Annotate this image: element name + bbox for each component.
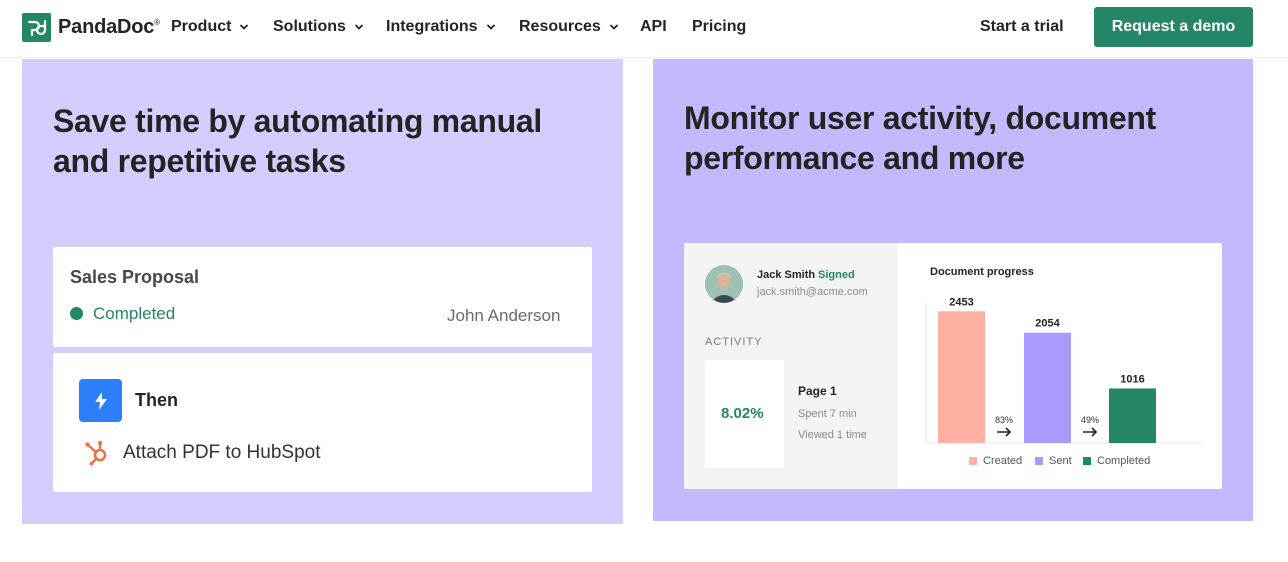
- legend-created: Created: [969, 455, 1022, 467]
- activity-sidebar: Jack Smith Signed jack.smith@acme.com AC…: [684, 243, 898, 489]
- nav-api[interactable]: API: [640, 18, 667, 36]
- status-dot-icon: [70, 307, 83, 320]
- bar-created: [938, 311, 985, 443]
- activity-spent: Spent 7 min: [798, 408, 857, 420]
- user-name: Jack Smith: [757, 269, 816, 281]
- activity-percent-box: 8.02%: [705, 360, 784, 468]
- legend-swatch: [969, 457, 977, 465]
- nav-solutions-label: Solutions: [273, 18, 346, 35]
- bar-value-label: 1016: [1120, 373, 1144, 385]
- pandadoc-logo[interactable]: PandaDoc ®: [22, 13, 160, 42]
- monitoring-title-line1: Monitor user activity, document: [684, 100, 1156, 136]
- legend-swatch: [1035, 457, 1043, 465]
- legend-completed: Completed: [1083, 455, 1150, 467]
- brand-registered-mark: ®: [154, 18, 161, 27]
- bar-sent: [1024, 332, 1071, 443]
- legend-label: Sent: [1049, 455, 1072, 467]
- proposal-status: Completed: [93, 304, 176, 323]
- chevron-down-icon: [609, 24, 618, 30]
- user-signed-status: Signed: [818, 269, 855, 281]
- conversion-rate-label: 83%: [995, 415, 1013, 425]
- brand-name: PandaDoc: [58, 16, 155, 38]
- nav-resources[interactable]: Resources: [519, 18, 619, 36]
- request-demo-button[interactable]: Request a demo: [1094, 7, 1253, 47]
- activity-percent: 8.02%: [721, 405, 764, 422]
- monitoring-title-line2: performance and more: [684, 140, 1025, 176]
- nav-api-label: API: [640, 18, 667, 35]
- then-label: Then: [135, 390, 178, 410]
- start-trial-link[interactable]: Start a trial: [980, 18, 1064, 36]
- arrow-right-icon: [1083, 427, 1098, 437]
- nav-integrations[interactable]: Integrations: [386, 18, 496, 36]
- hubspot-icon: [85, 441, 107, 466]
- hubspot-action-label: Attach PDF to HubSpot: [123, 442, 321, 463]
- sales-proposal-panel: Sales Proposal Completed John Anderson: [53, 247, 592, 347]
- bar-value-label: 2054: [1035, 318, 1060, 330]
- activity-label: ACTIVITY: [705, 336, 763, 348]
- chevron-down-icon: [354, 24, 363, 30]
- bar-value-label: 2453: [949, 296, 973, 308]
- pandadoc-logo-icon: [22, 13, 51, 42]
- top-navigation: PandaDoc ® Product Solutions Integration…: [0, 0, 1288, 58]
- legend-sent: Sent: [1035, 455, 1072, 467]
- nav-solutions[interactable]: Solutions: [273, 18, 364, 36]
- chevron-down-icon: [240, 24, 249, 30]
- document-progress-chart: 2453 2054 1016 83% 49%: [925, 296, 1202, 444]
- activity-viewed: Viewed 1 time: [798, 429, 867, 441]
- chevron-down-icon: [486, 24, 495, 30]
- legend-label: Completed: [1097, 455, 1151, 467]
- conversion-rate-label: 49%: [1081, 415, 1099, 425]
- legend-swatch: [1083, 457, 1091, 465]
- legend-label: Created: [983, 455, 1023, 467]
- monitoring-feature-card: Monitor user activity, document performa…: [653, 59, 1253, 521]
- nav-pricing[interactable]: Pricing: [692, 18, 746, 36]
- nav-integrations-label: Integrations: [386, 18, 478, 35]
- user-email: jack.smith@acme.com: [757, 286, 868, 298]
- lightning-bolt-icon: [79, 379, 122, 422]
- nav-resources-label: Resources: [519, 18, 601, 35]
- nav-pricing-label: Pricing: [692, 18, 747, 35]
- proposal-owner: John Anderson: [447, 306, 561, 325]
- automation-title-line2: and repetitive tasks: [53, 143, 346, 179]
- user-avatar: [705, 265, 743, 303]
- automation-card-title: Save time by automating manual and repet…: [53, 101, 542, 181]
- monitoring-card-title: Monitor user activity, document performa…: [684, 98, 1156, 178]
- nav-product-label: Product: [171, 18, 232, 35]
- proposal-title: Sales Proposal: [70, 267, 200, 287]
- automation-title-line1: Save time by automating manual: [53, 103, 542, 139]
- nav-product[interactable]: Product: [171, 18, 249, 36]
- automation-feature-card: Save time by automating manual and repet…: [22, 59, 623, 524]
- arrow-right-icon: [997, 427, 1012, 437]
- activity-dashboard: Jack Smith Signed jack.smith@acme.com AC…: [684, 243, 1222, 489]
- automation-step-panel: Then Attach PDF to HubSpot: [53, 353, 592, 492]
- bar-completed: [1109, 388, 1156, 443]
- activity-page: Page 1: [798, 384, 837, 398]
